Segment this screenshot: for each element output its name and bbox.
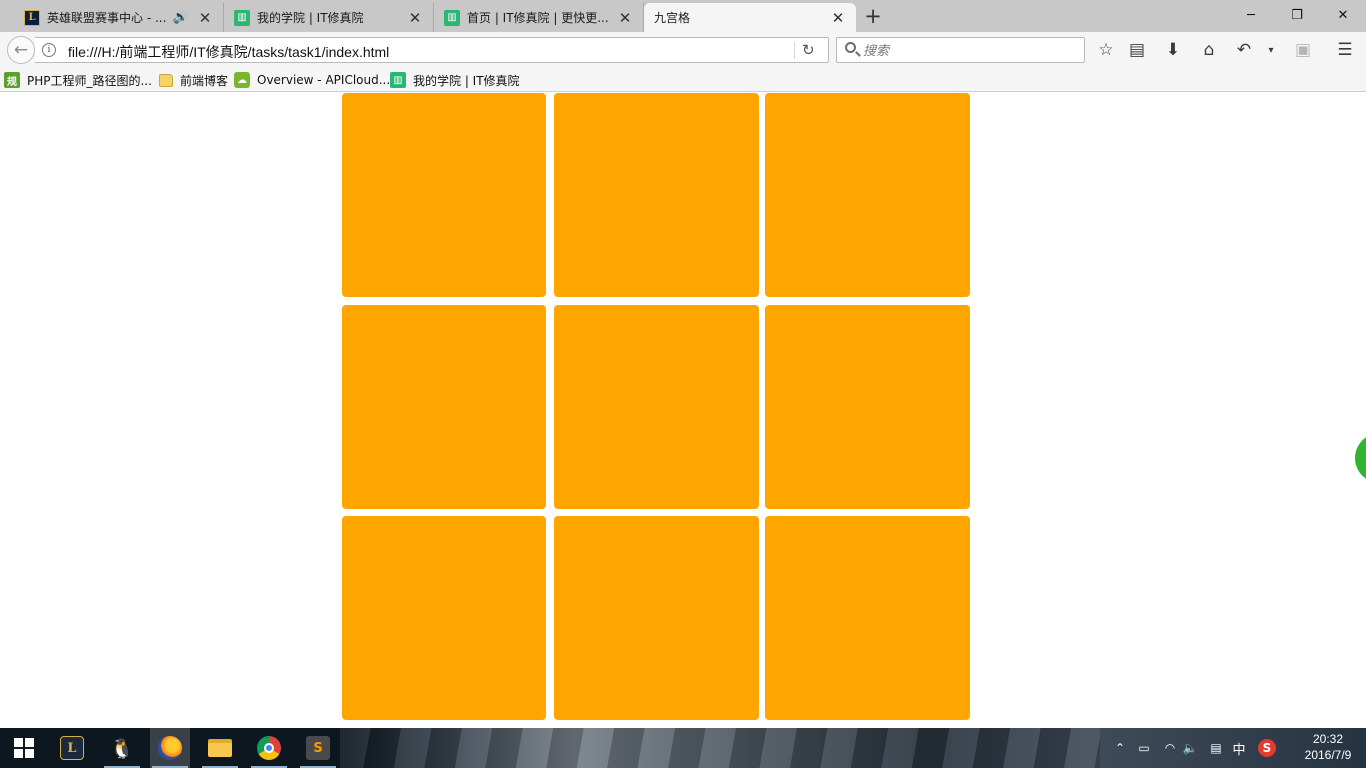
minimize-button[interactable]: ─ — [1228, 0, 1274, 30]
bookmark-label: 前端博客 — [180, 73, 229, 88]
clock-date: 2016/7/9 — [1304, 748, 1352, 762]
sogou-ime-icon[interactable]: S — [1256, 728, 1278, 768]
home-icon[interactable]: ⌂ — [1198, 39, 1220, 61]
grid-cell-8 — [554, 516, 759, 720]
grid-cell-1 — [342, 93, 546, 297]
tab-lol-esports[interactable]: L 英雄联盟赛事中心 - ... 🔊 ✕ — [14, 3, 224, 32]
tab-title: 我的学院 | IT修真院 — [257, 11, 364, 25]
url-separator — [794, 42, 795, 59]
taskbar-app-sublime[interactable]: S — [298, 728, 338, 768]
taskbar-app-qq[interactable]: 🐧 — [102, 728, 142, 768]
close-icon[interactable]: ✕ — [407, 9, 423, 27]
close-icon[interactable]: ✕ — [197, 9, 213, 27]
bookmark-frontend-blog[interactable]: 前端博客 — [159, 71, 228, 89]
windows-taskbar: L 🐧 S ⌃ ▭ ◠ 🔈 ▤ 中 S 20:32 2016/7/9 — [0, 728, 1366, 768]
back-button[interactable]: ← — [7, 36, 35, 64]
restore-button[interactable]: ❐ — [1274, 0, 1320, 30]
bookmark-label: Overview - APICloud... — [257, 73, 391, 87]
tab-title: 九宫格 — [654, 11, 691, 25]
ime-indicator[interactable]: 中 — [1230, 728, 1248, 768]
chevron-up-icon[interactable]: ⌃ — [1112, 728, 1128, 768]
grid-cell-6 — [765, 305, 970, 509]
reading-list-icon[interactable]: ▤ — [1126, 39, 1148, 61]
wallpaper-backdrop — [340, 728, 1100, 768]
it-academy-icon: ▥ — [444, 9, 460, 26]
hamburger-menu-icon[interactable]: ☰ — [1334, 39, 1356, 61]
sublime-text-icon: S — [306, 736, 330, 760]
search-input[interactable] — [863, 40, 1078, 60]
taskbar-app-lol[interactable]: L — [52, 728, 92, 768]
taskbar-app-chrome[interactable] — [249, 728, 289, 768]
reader-view-icon[interactable]: ▣ — [1292, 39, 1314, 61]
tab-strip: L 英雄联盟赛事中心 - ... 🔊 ✕ ▥ 我的学院 | IT修真院 ✕ ▥ … — [0, 0, 1366, 32]
volume-icon[interactable]: 🔈 — [1182, 728, 1198, 768]
star-icon[interactable]: ☆ — [1095, 39, 1117, 61]
sogou-logo: S — [1258, 739, 1276, 757]
grid-cell-9 — [765, 516, 970, 720]
tab-nine-grid[interactable]: 九宫格 ✕ — [644, 3, 856, 32]
close-icon[interactable]: ✕ — [617, 9, 633, 27]
windows-logo-icon — [14, 738, 34, 758]
tab-my-academy[interactable]: ▥ 我的学院 | IT修真院 ✕ — [224, 3, 434, 32]
apicloud-icon: ☁ — [234, 72, 250, 88]
arrow-left-icon: ← — [13, 40, 29, 60]
system-clock[interactable]: 20:32 2016/7/9 — [1290, 731, 1366, 763]
notification-icon[interactable]: ▤ — [1206, 728, 1226, 768]
bookmark-my-academy[interactable]: ▥ 我的学院 | IT修真院 — [390, 71, 520, 89]
folder-icon — [208, 739, 232, 757]
wifi-icon[interactable]: ◠ — [1160, 728, 1180, 768]
search-bar[interactable] — [836, 37, 1085, 63]
close-window-button[interactable]: ✕ — [1320, 0, 1366, 30]
new-tab-button[interactable]: + — [862, 4, 884, 28]
back-arrow-icon[interactable]: ↶ — [1233, 39, 1255, 61]
close-icon[interactable]: ✕ — [830, 9, 846, 27]
info-icon[interactable]: i — [42, 43, 56, 57]
lol-icon: L — [24, 9, 40, 26]
tab-homepage[interactable]: ▥ 首页 | IT修真院 | 更快更... ✕ — [434, 3, 644, 32]
dropdown-icon[interactable]: ▾ — [1260, 39, 1282, 61]
bookmark-label: 我的学院 | IT修真院 — [413, 73, 520, 88]
floating-side-widget[interactable] — [1355, 433, 1366, 483]
battery-icon[interactable]: ▭ — [1134, 728, 1154, 768]
grid-cell-7 — [342, 516, 546, 720]
reload-icon[interactable]: ↻ — [802, 41, 815, 59]
firefox-icon — [158, 736, 182, 760]
it-academy-icon: ▥ — [234, 9, 250, 26]
grid-cell-4 — [342, 305, 546, 509]
url-text[interactable]: file:///H:/前端工程师/IT修真院/tasks/task1/index… — [68, 42, 389, 62]
taskbar-app-firefox[interactable] — [150, 728, 190, 768]
folder-icon — [159, 73, 173, 87]
it-academy-icon: ▥ — [390, 72, 406, 88]
bookmark-php-roadmap[interactable]: 规 PHP工程师_路径图的... — [4, 71, 152, 89]
chrome-icon — [257, 736, 281, 760]
page-viewport — [0, 93, 1366, 728]
qq-penguin-icon: 🐧 — [110, 737, 134, 760]
clock-time: 20:32 — [1312, 732, 1344, 746]
tab-title: 英雄联盟赛事中心 - ... — [47, 11, 167, 25]
gui-icon: 规 — [4, 72, 20, 88]
grid-cell-3 — [765, 93, 970, 297]
bookmark-label: PHP工程师_路径图的... — [27, 73, 152, 88]
search-icon — [845, 42, 856, 53]
speaker-icon[interactable]: 🔊 — [173, 10, 189, 25]
grid-cell-2 — [554, 93, 759, 297]
download-icon[interactable]: ⬇ — [1162, 39, 1184, 61]
tab-title: 首页 | IT修真院 | 更快更... — [467, 11, 609, 25]
start-button[interactable] — [0, 728, 48, 768]
grid-cell-5 — [554, 305, 759, 509]
bookmark-apicloud[interactable]: ☁ Overview - APICloud... — [234, 71, 390, 89]
address-bar[interactable]: i file:///H:/前端工程师/IT修真院/tasks/task1/ind… — [35, 37, 829, 63]
bookmarks-toolbar: 规 PHP工程师_路径图的... 前端博客 ☁ Overview - APICl… — [0, 68, 1366, 92]
navigation-toolbar: ← i file:///H:/前端工程师/IT修真院/tasks/task1/i… — [0, 32, 1366, 68]
lol-icon: L — [60, 736, 84, 760]
taskbar-app-explorer[interactable] — [200, 728, 240, 768]
